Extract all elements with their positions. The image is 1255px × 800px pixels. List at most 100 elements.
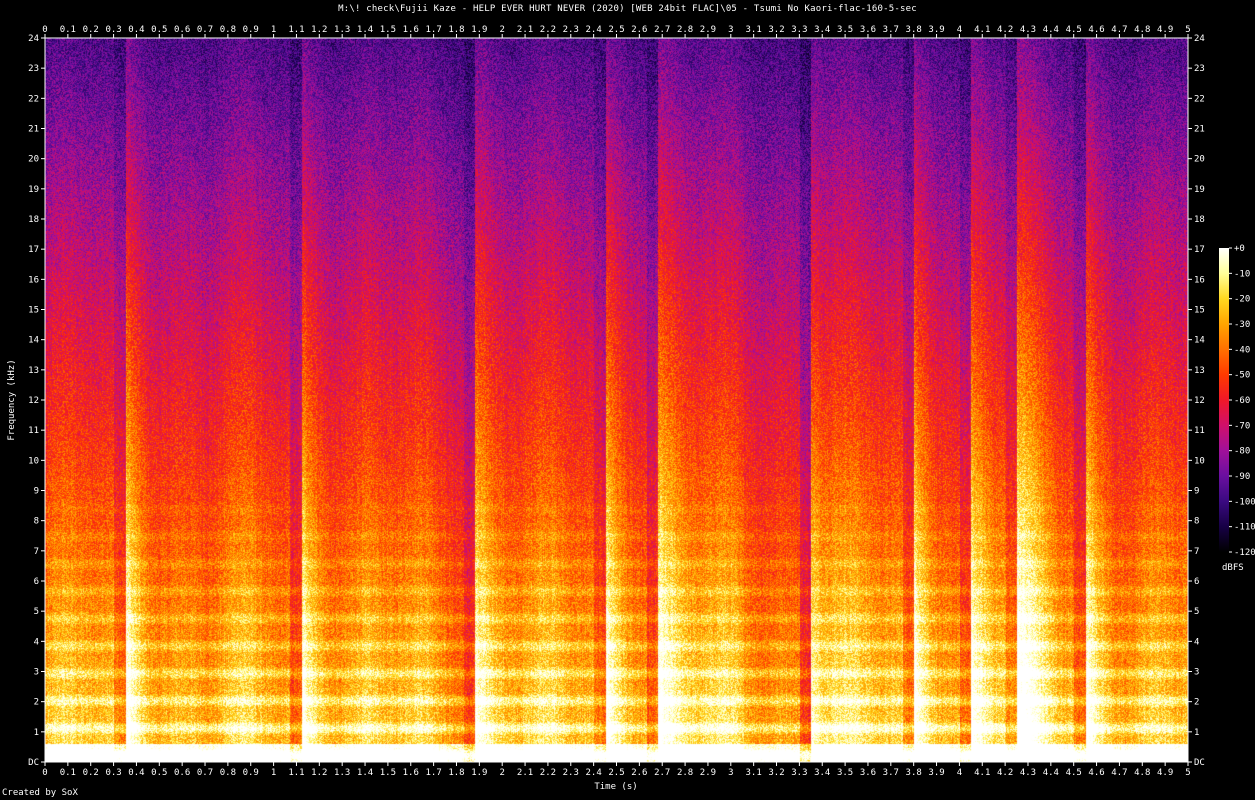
y-tick-label: DC (1194, 758, 1205, 768)
x-tick-label: 2.6 (631, 768, 647, 778)
x-tick-label: 4 (957, 25, 962, 35)
y-axis-label: Frequency (kHz) (7, 359, 17, 440)
y-tick-label: 13 (28, 366, 39, 376)
x-tick-label: 2.8 (677, 768, 693, 778)
x-tick-label: 3.8 (906, 768, 922, 778)
x-tick-label: 2.7 (654, 768, 670, 778)
x-tick-label: 2 (499, 25, 504, 35)
y-tick-label: DC (28, 758, 39, 768)
y-tick-label: 8 (1194, 517, 1199, 527)
x-tick-label: 1 (271, 768, 276, 778)
x-tick-label: 0.2 (83, 768, 99, 778)
y-tick-label: 4 (34, 637, 39, 647)
y-tick-label: 6 (1194, 577, 1199, 587)
x-tick-label: 3.1 (746, 768, 762, 778)
x-tick-label: 0.4 (128, 768, 144, 778)
x-tick-label: 0.3 (105, 768, 121, 778)
y-tick-label: 11 (1194, 426, 1205, 436)
x-tick-label: 2.2 (540, 768, 556, 778)
y-tick-label: 22 (28, 94, 39, 104)
y-tick-label: 7 (1194, 547, 1199, 557)
x-tick-label: 2 (499, 768, 504, 778)
x-tick-label: 2.1 (517, 25, 533, 35)
x-tick-label: 0.8 (220, 25, 236, 35)
x-tick-label: 3.4 (814, 25, 830, 35)
x-tick-label: 1.5 (380, 768, 396, 778)
x-tick-label: 1.1 (288, 25, 304, 35)
x-tick-label: 4.1 (974, 768, 990, 778)
x-axis-label: Time (s) (594, 782, 637, 792)
x-tick-label: 4.9 (1157, 25, 1173, 35)
x-tick-label: 2.3 (563, 25, 579, 35)
x-tick-label: 3.5 (837, 25, 853, 35)
x-tick-label: 1.8 (448, 768, 464, 778)
x-tick-label: 0.1 (60, 25, 76, 35)
colorbar-tick-label: -50 (1234, 371, 1250, 381)
colorbar-ticks: +0 -10 -20 -30 -40 -50 -60 -70 -80 -90 -100 -110 -12… (1229, 244, 1255, 558)
y-tick-label: 19 (1194, 185, 1205, 195)
x-tick-label: 2.9 (700, 768, 716, 778)
colorbar-tick-label: -80 (1234, 447, 1250, 457)
y-tick-label: 6 (34, 577, 39, 587)
x-tick-label: 4 (957, 768, 962, 778)
y-tick-label: 8 (34, 517, 39, 527)
y-tick-label: 11 (28, 426, 39, 436)
x-tick-label: 1.6 (403, 768, 419, 778)
y-tick-label: 2 (34, 698, 39, 708)
colorbar-tick-label: -20 (1234, 295, 1250, 305)
x-tick-label: 2.1 (517, 768, 533, 778)
colorbar-tick-label: -10 (1234, 269, 1250, 279)
x-tick-label: 4.8 (1134, 768, 1150, 778)
y-tick-label: 14 (28, 336, 39, 346)
x-tick-label: 1.9 (471, 25, 487, 35)
x-tick-label: 4.6 (1088, 25, 1104, 35)
x-tick-label: 0.8 (220, 768, 236, 778)
colorbar-label: dBFS (1222, 563, 1244, 573)
y-tick-label: 16 (1194, 275, 1205, 285)
x-tick-label: 0 (42, 25, 47, 35)
x-tick-label: 3.8 (906, 25, 922, 35)
spectrogram-chart: 0 0 0.1 0.1 0.2 0.2 0.3 0.3 0.4 0.4 0.5 0.5 0.6 0.6 0.… (7, 25, 1255, 792)
x-tick-label: 2.8 (677, 25, 693, 35)
credit-text: Created by SoX (2, 788, 78, 798)
x-tick-label: 2.6 (631, 25, 647, 35)
x-tick-label: 4.4 (1043, 768, 1059, 778)
colorbar-tick-label: -120 (1234, 548, 1255, 558)
y-tick-label: 23 (28, 64, 39, 74)
colorbar-tick-label: -30 (1234, 320, 1250, 330)
x-tick-label: 1.3 (334, 25, 350, 35)
x-tick-label: 4.2 (997, 768, 1013, 778)
y-tick-label: 1 (1194, 728, 1199, 738)
x-tick-label: 0.1 (60, 768, 76, 778)
colorbar-tick-label: -60 (1234, 396, 1250, 406)
y-tick-label: 13 (1194, 366, 1205, 376)
x-tick-label: 2.2 (540, 25, 556, 35)
y-tick-label: 19 (28, 185, 39, 195)
y-tick-label: 15 (28, 306, 39, 316)
y-tick-label: 9 (34, 487, 39, 497)
y-tick-label: 16 (28, 275, 39, 285)
x-tick-label: 1.6 (403, 25, 419, 35)
y-tick-label: 9 (1194, 487, 1199, 497)
y-tick-label: 3 (1194, 668, 1199, 678)
y-tick-label: 12 (1194, 396, 1205, 406)
x-tick-label: 4.7 (1111, 768, 1127, 778)
y-tick-label: 14 (1194, 336, 1205, 346)
colorbar-tick-label: -110 (1234, 523, 1255, 533)
x-tick-label: 2.7 (654, 25, 670, 35)
x-tick-label: 0.7 (197, 25, 213, 35)
x-tick-label: 1.5 (380, 25, 396, 35)
x-tick-label: 0.9 (243, 25, 259, 35)
x-tick-label: 4.1 (974, 25, 990, 35)
x-tick-label: 1 (271, 25, 276, 35)
x-tick-label: 4.4 (1043, 25, 1059, 35)
x-tick-label: 3 (728, 768, 733, 778)
x-tick-label: 4.7 (1111, 25, 1127, 35)
x-tick-label: 2.4 (586, 768, 602, 778)
colorbar-tick-label: -100 (1234, 497, 1255, 507)
y-tick-label: 17 (1194, 245, 1205, 255)
x-tick-label: 2.5 (608, 25, 624, 35)
y-tick-label: 24 (1194, 34, 1205, 44)
x-tick-label: 1.8 (448, 25, 464, 35)
x-tick-label: 1.1 (288, 768, 304, 778)
